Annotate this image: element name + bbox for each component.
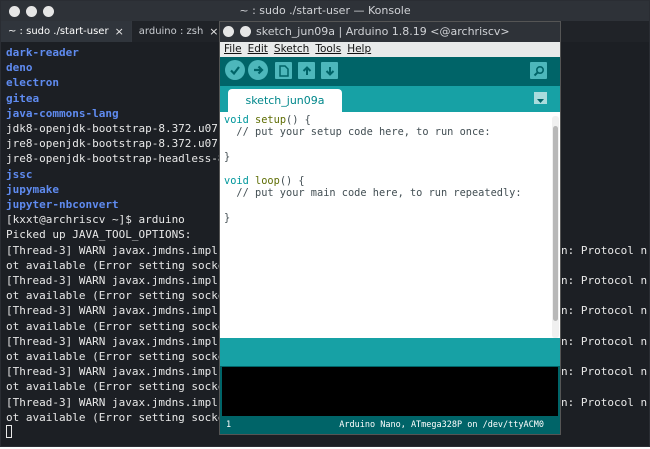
terminal-line: jupymake xyxy=(6,182,59,196)
check-icon xyxy=(230,66,240,76)
code-fragment: () { xyxy=(279,175,305,188)
menu-help[interactable]: Help xyxy=(347,42,371,57)
desktop: ~ : sudo ./start-user — Konsole ~ : sudo… xyxy=(0,0,650,449)
tab-menu-button[interactable] xyxy=(534,92,547,104)
tab-label: ~ : sudo ./start-user xyxy=(8,26,109,37)
code-comment: // put your setup code here, to run once… xyxy=(224,126,491,139)
menu-tools[interactable]: Tools xyxy=(315,42,341,57)
terminal-line: deno xyxy=(6,61,33,75)
window-controls xyxy=(223,26,251,37)
code-text[interactable]: void setup() { // put your setup code he… xyxy=(224,114,522,224)
open-up-arrow-icon xyxy=(302,65,311,75)
terminal-line-tail: n: Protocol n xyxy=(561,334,648,348)
menubar: File Edit Sketch Tools Help xyxy=(220,42,560,57)
konsole-tab-start-user[interactable]: ~ : sudo ./start-user × xyxy=(1,21,132,42)
terminal-line-tail: n: Protocol n xyxy=(561,304,648,318)
terminal-line: dark-reader xyxy=(6,46,79,59)
board-info: Arduino Nano, ATmega328P on /dev/ttyACM0 xyxy=(339,420,544,430)
terminal-cursor xyxy=(6,425,12,439)
status-bar: 1 Arduino Nano, ATmega328P on /dev/ttyAC… xyxy=(220,417,560,434)
save-down-arrow-icon xyxy=(325,66,334,76)
code-fragment: } xyxy=(224,211,231,224)
arrow-right-icon xyxy=(254,65,264,75)
tab-label: arduino : zsh xyxy=(138,26,204,37)
terminal-line: [kxxt@archriscv ~]$ arduino xyxy=(6,213,185,227)
konsole-tab-arduino-zsh[interactable]: arduino : zsh × xyxy=(132,21,227,42)
menu-sketch[interactable]: Sketch xyxy=(274,42,309,57)
terminal-line: Picked up JAVA_TOOL_OPTIONS: xyxy=(6,228,192,242)
serial-monitor-button[interactable] xyxy=(530,62,547,79)
terminal-line-tail: n: Protocol n xyxy=(561,243,648,257)
arduino-window: sketch_jun09a | Arduino 1.8.19 <@archris… xyxy=(219,21,561,435)
menu-file[interactable]: File xyxy=(224,42,242,57)
terminal-line: jupyter-nbconvert xyxy=(6,198,119,212)
scrollbar-thumb[interactable] xyxy=(553,126,558,321)
editor-scrollbar[interactable] xyxy=(552,116,559,338)
terminal-line-tail: n: Protocol n xyxy=(561,395,648,409)
code-editor[interactable]: void setup() { // put your setup code he… xyxy=(220,112,560,338)
terminal-line: gitea xyxy=(6,91,40,105)
terminal-line: jssc xyxy=(6,167,33,181)
terminal-line: java-commons-lang xyxy=(6,106,119,120)
message-area[interactable] xyxy=(220,338,560,366)
function-name: setup xyxy=(255,114,287,126)
verify-button[interactable] xyxy=(225,60,245,80)
function-name: loop xyxy=(255,175,280,188)
terminal-line: electron xyxy=(6,76,59,90)
arduino-title: sketch_jun09a | Arduino 1.8.19 <@archris… xyxy=(256,25,510,38)
output-console[interactable] xyxy=(222,367,558,416)
close-tab-icon[interactable]: × xyxy=(115,25,124,38)
line-number: 1 xyxy=(226,420,232,430)
terminal-output-right: n: Protocol n n: Protocol n n: Protocol … xyxy=(561,45,647,410)
open-button[interactable] xyxy=(298,62,315,79)
konsole-title: ~ : sudo ./start-user — Konsole xyxy=(239,4,411,17)
minimize-window-icon[interactable] xyxy=(240,26,251,37)
terminal-line-tail: n: Protocol n xyxy=(561,365,648,379)
code-comment: // put your main code here, to run repea… xyxy=(224,187,522,200)
magnifier-icon xyxy=(533,65,544,76)
triangle-down-icon xyxy=(537,99,544,103)
keyword: void xyxy=(224,114,249,126)
menu-edit[interactable]: Edit xyxy=(248,42,268,57)
close-window-icon[interactable] xyxy=(223,26,234,37)
code-fragment: () { xyxy=(286,114,311,126)
toolbar xyxy=(220,57,560,86)
upload-button[interactable] xyxy=(248,60,268,80)
close-tab-icon[interactable]: × xyxy=(209,25,218,38)
arduino-titlebar[interactable]: sketch_jun09a | Arduino 1.8.19 <@archris… xyxy=(220,22,560,42)
terminal-line-tail: n: Protocol n xyxy=(561,274,648,288)
save-button[interactable] xyxy=(321,62,338,79)
new-file-icon xyxy=(278,64,289,77)
new-button[interactable] xyxy=(275,62,292,79)
code-fragment: } xyxy=(224,150,231,163)
sketch-tabbar: sketch_jun09a xyxy=(220,86,560,112)
tab-sketch[interactable]: sketch_jun09a xyxy=(228,89,342,112)
konsole-titlebar[interactable]: ~ : sudo ./start-user — Konsole xyxy=(1,1,649,21)
keyword: void xyxy=(224,175,249,188)
